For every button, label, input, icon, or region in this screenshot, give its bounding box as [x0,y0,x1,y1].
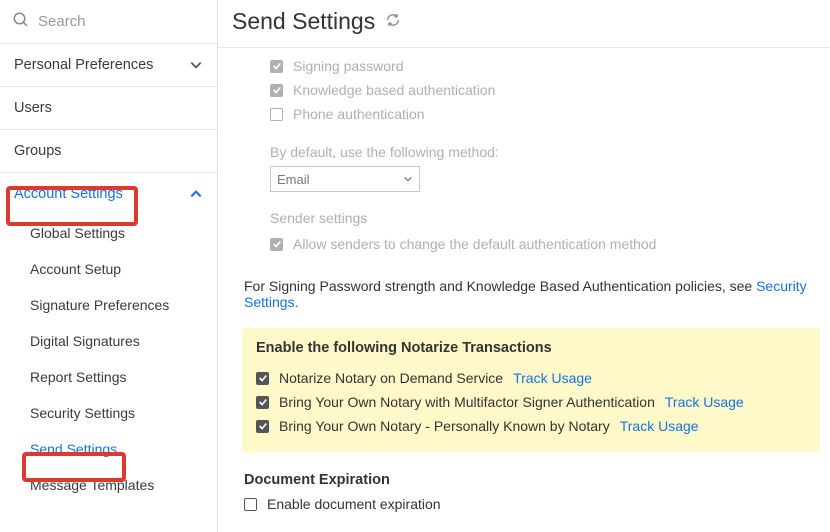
auth-option-label: Knowledge based authentication [293,82,495,98]
checkbox-checked-icon[interactable] [256,396,269,409]
nav-label: Users [14,100,52,116]
checkbox-unchecked-icon[interactable] [244,498,257,511]
nav-users[interactable]: Users [0,87,217,130]
document-expiration-row: Enable document expiration [244,496,814,512]
notarize-option-label: Bring Your Own Notary with Multifactor S… [279,394,655,410]
search-icon [12,11,38,32]
sidebar: Personal Preferences Users Groups Accoun… [0,0,218,532]
subnav-message-templates[interactable]: Message Templates [0,467,217,503]
checkbox-unchecked-icon[interactable] [270,108,283,121]
page-title: Send Settings [232,8,375,35]
notarize-row-3: Bring Your Own Notary - Personally Known… [256,414,806,438]
notarize-row-2: Bring Your Own Notary with Multifactor S… [256,390,806,414]
notarize-option-label: Bring Your Own Notary - Personally Known… [279,418,610,434]
subnav-security-settings[interactable]: Security Settings [0,395,217,431]
nav-label: Groups [14,143,62,159]
chevron-down-icon [403,172,413,187]
auth-phone-row: Phone authentication [270,102,814,126]
auth-option-label: Phone authentication [293,106,425,122]
subnav-signature-preferences[interactable]: Signature Preferences [0,287,217,323]
nav-personal-preferences[interactable]: Personal Preferences [0,44,217,87]
notarize-option-label: Notarize Notary on Demand Service [279,370,503,386]
track-usage-link[interactable]: Track Usage [620,418,699,434]
subnav-digital-signatures[interactable]: Digital Signatures [0,323,217,359]
auth-option-label: Signing password [293,58,404,74]
subnav-global-settings[interactable]: Global Settings [0,215,217,251]
subnav-account-setup[interactable]: Account Setup [0,251,217,287]
checkbox-checked-icon[interactable] [256,372,269,385]
checkbox-checked-icon[interactable] [270,60,283,73]
chevron-up-icon [189,187,203,201]
track-usage-link[interactable]: Track Usage [513,370,592,386]
chevron-down-icon [189,58,203,72]
search-input[interactable] [38,13,205,30]
policy-blurb: For Signing Password strength and Knowle… [244,278,814,310]
notarize-title: Enable the following Notarize Transactio… [256,340,806,356]
sender-settings-label: Sender settings [270,210,814,226]
default-method-label: By default, use the following method: [270,144,814,160]
default-method-select[interactable]: Email [270,166,420,192]
checkbox-checked-icon[interactable] [270,84,283,97]
nav-groups[interactable]: Groups [0,130,217,173]
nav-label: Personal Preferences [14,57,153,73]
notarize-transactions-block: Enable the following Notarize Transactio… [242,328,820,452]
auth-kba-row: Knowledge based authentication [270,78,814,102]
notarize-row-1: Notarize Notary on Demand Service Track … [256,366,806,390]
select-value: Email [277,172,310,187]
nav-label: Account Settings [14,186,123,202]
refresh-icon[interactable] [385,12,401,31]
main-content: Send Settings Signing password Knowledge… [218,0,830,532]
subnav-report-settings[interactable]: Report Settings [0,359,217,395]
document-expiration-title: Document Expiration [244,472,814,488]
page-header: Send Settings [218,0,830,48]
nav-account-settings[interactable]: Account Settings [0,173,217,215]
checkbox-checked-icon[interactable] [270,238,283,251]
track-usage-link[interactable]: Track Usage [665,394,744,410]
search-box [0,0,217,44]
sender-allow-label: Allow senders to change the default auth… [293,236,656,252]
subnav-send-settings[interactable]: Send Settings [0,431,217,467]
auth-signing-password-row: Signing password [270,54,814,78]
auth-methods-block: Signing password Knowledge based authent… [270,48,814,256]
checkbox-checked-icon[interactable] [256,420,269,433]
account-settings-submenu: Global Settings Account Setup Signature … [0,215,217,503]
doc-exp-option-label: Enable document expiration [267,496,441,512]
sender-allow-row: Allow senders to change the default auth… [270,232,814,256]
